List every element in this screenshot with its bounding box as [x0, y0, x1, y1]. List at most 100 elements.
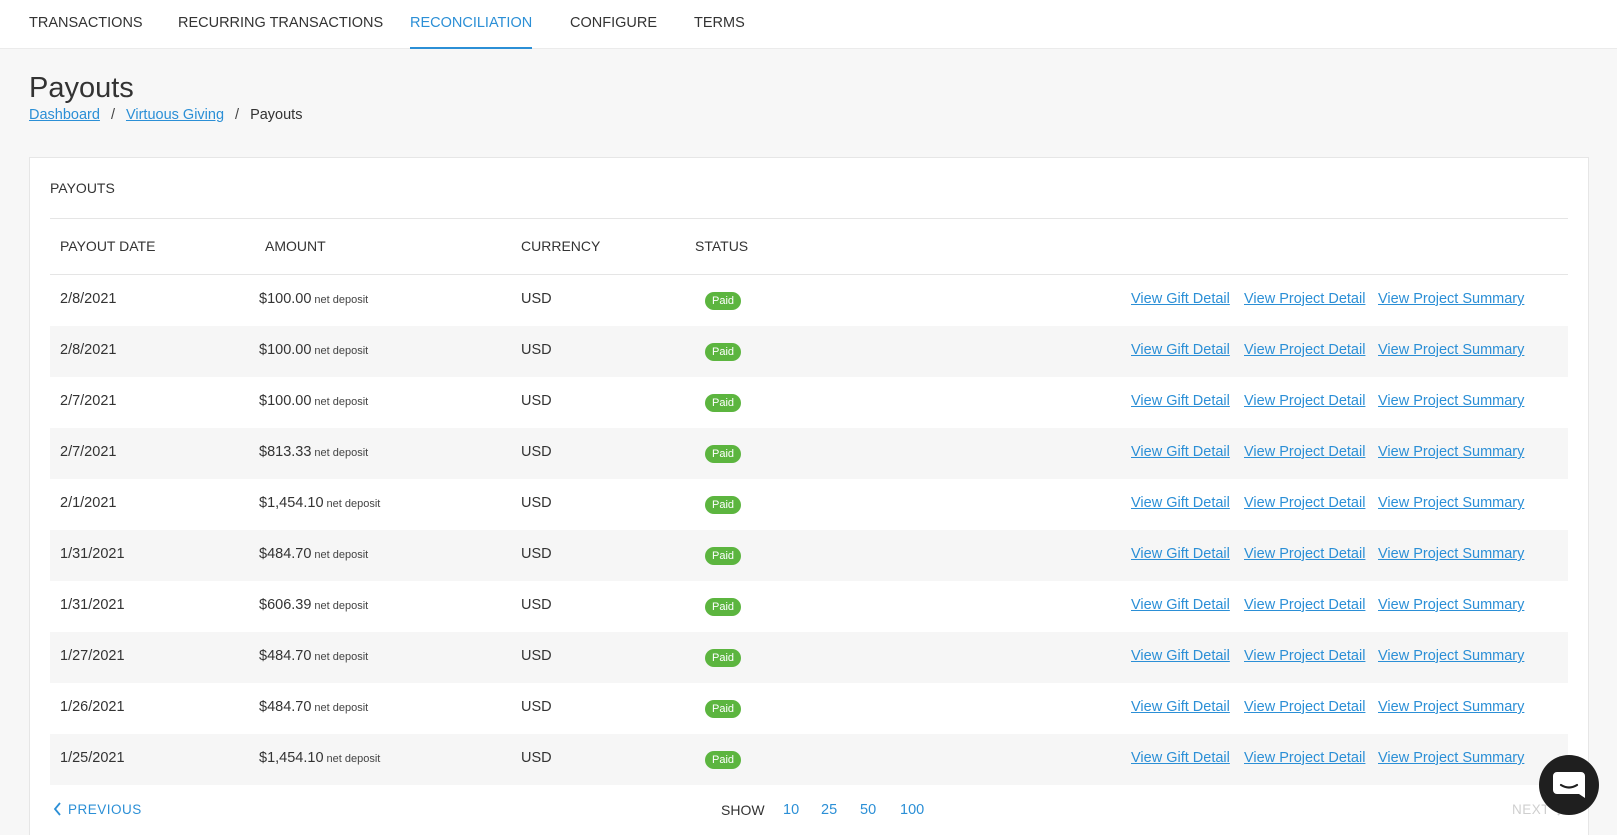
- view-project-summary-link[interactable]: View Project Summary: [1378, 597, 1524, 613]
- payout-amount: $813.33: [259, 444, 312, 460]
- view-project-detail-link[interactable]: View Project Detail: [1244, 750, 1365, 766]
- view-project-detail-link[interactable]: View Project Detail: [1244, 495, 1365, 511]
- breadcrumb: Dashboard / Virtuous Giving / Payouts: [29, 107, 302, 123]
- column-header-status: STATUS: [695, 238, 749, 254]
- previous-button[interactable]: PREVIOUS: [53, 802, 142, 817]
- view-gift-detail-link[interactable]: View Gift Detail: [1131, 495, 1230, 511]
- payout-date: 1/26/2021: [60, 699, 125, 715]
- payout-currency: USD: [521, 648, 552, 664]
- view-project-detail-link[interactable]: View Project Detail: [1244, 648, 1365, 664]
- column-header-amount: AMOUNT: [265, 238, 326, 254]
- view-gift-detail-link[interactable]: View Gift Detail: [1131, 750, 1230, 766]
- table-row: 1/31/2021 $606.39 net deposit USD Paid View G…: [50, 581, 1568, 632]
- tab-recurring-transactions[interactable]: RECURRING TRANSACTIONS: [178, 0, 383, 49]
- view-project-detail-link[interactable]: View Project Detail: [1244, 699, 1365, 715]
- payout-amount-cell: $100.00 net deposit: [259, 342, 368, 358]
- table-body: 2/8/2021 $100.00 net deposit USD Paid View Gi…: [50, 275, 1568, 785]
- view-project-summary-link[interactable]: View Project Summary: [1378, 393, 1524, 409]
- breadcrumb-virtuous-giving[interactable]: Virtuous Giving: [126, 107, 224, 123]
- chevron-left-icon: [53, 802, 61, 816]
- tab-terms[interactable]: TERMS: [694, 0, 745, 49]
- status-badge: Paid: [705, 445, 742, 463]
- page-size-25[interactable]: 25: [821, 802, 837, 818]
- payout-amount: $484.70: [259, 699, 312, 715]
- payout-amount-cell: $100.00 net deposit: [259, 291, 368, 307]
- payout-currency: USD: [521, 597, 552, 613]
- breadcrumb-dashboard[interactable]: Dashboard: [29, 107, 100, 123]
- page-size-100[interactable]: 100: [900, 802, 924, 818]
- status-badge: Paid: [705, 751, 742, 769]
- payout-currency: USD: [521, 393, 552, 409]
- payout-amount: $100.00: [259, 291, 312, 307]
- tab-transactions[interactable]: TRANSACTIONS: [29, 0, 143, 49]
- chat-bubble-icon: [1553, 772, 1585, 798]
- view-project-detail-link[interactable]: View Project Detail: [1244, 393, 1365, 409]
- amount-note: net deposit: [314, 345, 369, 357]
- column-header-currency: CURRENCY: [521, 238, 601, 254]
- card-title: PAYOUTS: [50, 180, 115, 196]
- view-project-summary-link[interactable]: View Project Summary: [1378, 495, 1524, 511]
- status-badge: Paid: [705, 547, 742, 565]
- payout-amount-cell: $484.70 net deposit: [259, 648, 368, 664]
- view-gift-detail-link[interactable]: View Gift Detail: [1131, 546, 1230, 562]
- view-gift-detail-link[interactable]: View Gift Detail: [1131, 444, 1230, 460]
- amount-note: net deposit: [326, 753, 381, 765]
- view-gift-detail-link[interactable]: View Gift Detail: [1131, 699, 1230, 715]
- status-badge: Paid: [705, 496, 742, 514]
- payout-amount: $484.70: [259, 546, 312, 562]
- payout-currency: USD: [521, 699, 552, 715]
- amount-note: net deposit: [314, 549, 369, 561]
- view-gift-detail-link[interactable]: View Gift Detail: [1131, 648, 1230, 664]
- show-label: SHOW: [721, 802, 765, 818]
- page-size-50[interactable]: 50: [860, 802, 876, 818]
- payouts-card: PAYOUTS PAYOUT DATE AMOUNT CURRENCY STAT…: [29, 157, 1589, 835]
- view-gift-detail-link[interactable]: View Gift Detail: [1131, 342, 1230, 358]
- payout-date: 2/7/2021: [60, 444, 117, 460]
- payout-date: 2/8/2021: [60, 342, 117, 358]
- view-project-summary-link[interactable]: View Project Summary: [1378, 342, 1524, 358]
- view-gift-detail-link[interactable]: View Gift Detail: [1131, 291, 1230, 307]
- view-project-detail-link[interactable]: View Project Detail: [1244, 444, 1365, 460]
- view-project-summary-link[interactable]: View Project Summary: [1378, 750, 1524, 766]
- view-project-detail-link[interactable]: View Project Detail: [1244, 291, 1365, 307]
- view-project-detail-link[interactable]: View Project Detail: [1244, 342, 1365, 358]
- page-title: Payouts: [29, 72, 134, 104]
- view-project-detail-link[interactable]: View Project Detail: [1244, 597, 1365, 613]
- view-project-summary-link[interactable]: View Project Summary: [1378, 546, 1524, 562]
- payout-currency: USD: [521, 495, 552, 511]
- payout-amount-cell: $1,454.10 net deposit: [259, 750, 380, 766]
- payout-amount-cell: $484.70 net deposit: [259, 546, 368, 562]
- status-badge: Paid: [705, 343, 742, 361]
- breadcrumb-current: Payouts: [250, 107, 303, 123]
- payout-currency: USD: [521, 546, 552, 562]
- payout-amount-cell: $100.00 net deposit: [259, 393, 368, 409]
- amount-note: net deposit: [314, 294, 369, 306]
- payout-amount: $1,454.10: [259, 495, 324, 511]
- view-project-detail-link[interactable]: View Project Detail: [1244, 546, 1365, 562]
- status-badge: Paid: [705, 292, 742, 310]
- payout-date: 2/7/2021: [60, 393, 117, 409]
- chat-button[interactable]: [1539, 755, 1599, 815]
- payout-date: 1/25/2021: [60, 750, 125, 766]
- tab-reconciliation[interactable]: RECONCILIATION: [410, 0, 533, 49]
- status-badge: Paid: [705, 394, 742, 412]
- pagination: PREVIOUS SHOW 10 25 50 100 NEXT: [0, 802, 1617, 822]
- view-project-summary-link[interactable]: View Project Summary: [1378, 648, 1524, 664]
- view-project-summary-link[interactable]: View Project Summary: [1378, 291, 1524, 307]
- table-row: 2/8/2021 $100.00 net deposit USD Paid View Gi…: [50, 275, 1568, 326]
- table-row: 1/26/2021 $484.70 net deposit USD Paid View G…: [50, 683, 1568, 734]
- table-row: 1/27/2021 $484.70 net deposit USD Paid View G…: [50, 632, 1568, 683]
- payout-currency: USD: [521, 342, 552, 358]
- view-project-summary-link[interactable]: View Project Summary: [1378, 699, 1524, 715]
- payout-amount-cell: $1,454.10 net deposit: [259, 495, 380, 511]
- payout-currency: USD: [521, 750, 552, 766]
- previous-label: PREVIOUS: [68, 802, 142, 817]
- view-gift-detail-link[interactable]: View Gift Detail: [1131, 597, 1230, 613]
- view-gift-detail-link[interactable]: View Gift Detail: [1131, 393, 1230, 409]
- page-size-10[interactable]: 10: [783, 802, 799, 818]
- view-project-summary-link[interactable]: View Project Summary: [1378, 444, 1524, 460]
- tab-configure[interactable]: CONFIGURE: [570, 0, 657, 49]
- status-badge: Paid: [705, 700, 742, 718]
- payout-date: 2/1/2021: [60, 495, 117, 511]
- table-row: 2/7/2021 $100.00 net deposit USD Paid View Gi…: [50, 377, 1568, 428]
